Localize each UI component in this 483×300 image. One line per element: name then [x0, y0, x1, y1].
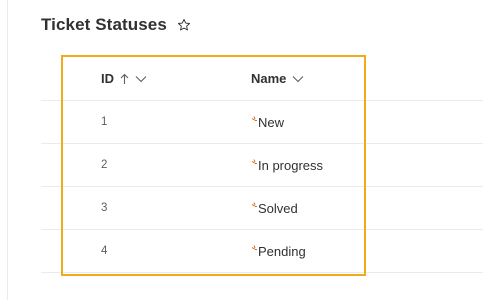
page-header: Ticket Statuses [41, 13, 192, 37]
column-header-name[interactable]: Name [251, 57, 304, 100]
column-header-label: ID [101, 71, 114, 86]
star-icon[interactable] [177, 18, 192, 33]
id-cell: 4 [101, 245, 108, 257]
table-row[interactable]: 1 New [41, 101, 483, 144]
chevron-down-icon [135, 75, 147, 83]
chevron-down-icon [292, 75, 304, 83]
name-cell[interactable]: Pending [251, 230, 306, 272]
name-value: Solved [258, 200, 298, 216]
list-view: Ticket Statuses ID Name 1 New 2 In progr… [0, 0, 483, 300]
id-cell: 1 [101, 116, 108, 128]
sparkle-icon [251, 241, 258, 250]
name-cell[interactable]: In progress [251, 144, 323, 186]
id-cell: 3 [101, 202, 108, 214]
sparkle-icon [251, 198, 258, 207]
name-cell[interactable]: New [251, 101, 284, 143]
name-cell[interactable]: Solved [251, 187, 298, 229]
table-row[interactable]: 2 In progress [41, 144, 483, 187]
table-row[interactable]: 4 Pending [41, 230, 483, 273]
sort-ascending-icon [120, 73, 129, 85]
column-header-id[interactable]: ID [101, 57, 147, 100]
table-row[interactable]: 3 Solved [41, 187, 483, 230]
left-nav-edge [0, 0, 8, 300]
sparkle-icon [251, 155, 258, 164]
name-value: In progress [258, 157, 324, 173]
status-table: ID Name 1 New 2 In progress 3 Solved 4 P… [41, 57, 483, 273]
name-value: New [258, 114, 285, 130]
table-header-row: ID Name [41, 57, 483, 101]
name-value: Pending [258, 243, 306, 259]
sparkle-icon [251, 112, 258, 121]
page-title: Ticket Statuses [41, 15, 167, 34]
id-cell: 2 [101, 159, 108, 171]
column-header-label: Name [251, 71, 287, 86]
